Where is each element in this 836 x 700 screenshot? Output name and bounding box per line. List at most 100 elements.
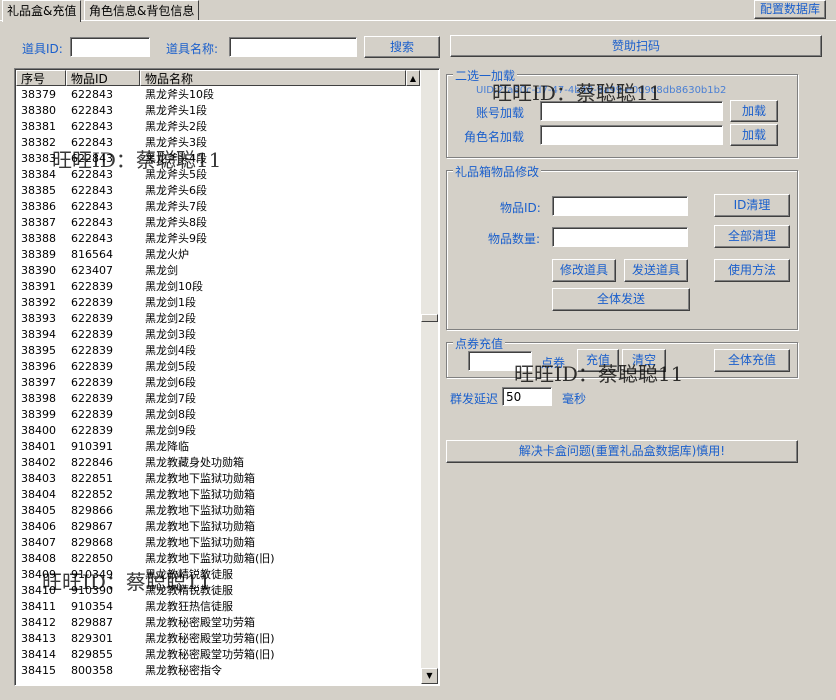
send-item-button[interactable]: 发送道具 [624, 259, 688, 282]
column-header-item-id[interactable]: 物品ID [66, 70, 140, 86]
row-index: 38387 [21, 216, 56, 229]
row-item-name: 黑龙教地下监狱功勋箱 [145, 520, 255, 533]
tab-gift-box-recharge[interactable]: 礼品盒&充值 [2, 0, 82, 22]
table-row[interactable]: 38406 829867 黑龙教地下监狱功勋箱 [17, 519, 422, 535]
gift-box-title: 礼品箱物品修改 [453, 163, 542, 180]
table-row[interactable]: 38393 622839 黑龙剑2段 [17, 311, 422, 327]
table-row[interactable]: 38409 910349 黑龙教精锐教徒服 [17, 567, 422, 583]
gift-item-count-input[interactable] [552, 227, 688, 247]
row-item-id: 800358 [71, 664, 113, 677]
table-row[interactable]: 38415 800358 黑龙教秘密指令 [17, 663, 422, 679]
table-row[interactable]: 38410 910390 黑龙教精锐教徒服 [17, 583, 422, 599]
row-index: 38412 [21, 616, 56, 629]
list-rows: 38379 622843 黑龙斧头10段 38380 622843 黑龙斧头1段 38381… [17, 87, 422, 679]
delay-label: 群发延迟 [450, 392, 499, 406]
table-row[interactable]: 38395 622839 黑龙剑4段 [17, 343, 422, 359]
delay-input[interactable] [502, 387, 552, 406]
sponsor-scan-button[interactable]: 赞助扫码 [450, 35, 822, 57]
row-item-name: 黑龙教秘密殿堂功劳箱 [145, 616, 255, 629]
row-item-id: 816564 [71, 248, 113, 261]
row-item-id: 910349 [71, 568, 113, 581]
search-button[interactable]: 搜索 [364, 36, 440, 58]
item-id-input[interactable] [70, 37, 150, 57]
row-index: 38396 [21, 360, 56, 373]
table-row[interactable]: 38382 622843 黑龙斧头3段 [17, 135, 422, 151]
row-item-id: 910391 [71, 440, 113, 453]
scroll-down-button[interactable]: ▼ [421, 668, 438, 684]
account-input[interactable] [540, 101, 723, 121]
clear-all-button[interactable]: 全部清理 [714, 225, 790, 248]
table-row[interactable]: 38401 910391 黑龙降临 [17, 439, 422, 455]
column-header-item-name[interactable]: 物品名称 [140, 70, 406, 86]
gift-item-id-input[interactable] [552, 196, 688, 216]
gift-item-count-label: 物品数量: [488, 232, 541, 246]
row-index: 38391 [21, 280, 56, 293]
group-select-title: 二选一加载 [453, 67, 518, 84]
clear-points-button[interactable]: 清空 [622, 349, 666, 372]
role-input[interactable] [540, 125, 723, 145]
send-all-button[interactable]: 全体发送 [552, 288, 690, 311]
table-row[interactable]: 38385 622843 黑龙斧头6段 [17, 183, 422, 199]
points-amount-input[interactable] [468, 351, 532, 371]
account-load-button[interactable]: 加载 [730, 100, 778, 122]
table-row[interactable]: 38379 622843 黑龙斧头10段 [17, 87, 422, 103]
table-row[interactable]: 38398 622839 黑龙剑7段 [17, 391, 422, 407]
table-row[interactable]: 38411 910354 黑龙教狂热信徒服 [17, 599, 422, 615]
table-row[interactable]: 38392 622839 黑龙剑1段 [17, 295, 422, 311]
row-item-id: 622843 [71, 120, 113, 133]
table-row[interactable]: 38404 822852 黑龙教地下监狱功勋箱 [17, 487, 422, 503]
charge-button[interactable]: 充值 [577, 349, 619, 372]
table-row[interactable]: 38412 829887 黑龙教秘密殿堂功劳箱 [17, 615, 422, 631]
table-row[interactable]: 38408 822850 黑龙教地下监狱功勋箱(旧) [17, 551, 422, 567]
row-item-name: 黑龙教地下监狱功勋箱(旧) [145, 552, 275, 565]
row-item-name: 黑龙斧头2段 [145, 120, 207, 133]
table-row[interactable]: 38413 829301 黑龙教秘密殿堂功劳箱(旧) [17, 631, 422, 647]
row-item-name: 黑龙剑9段 [145, 424, 196, 437]
vertical-scrollbar[interactable]: ▲ ▼ [421, 70, 438, 684]
table-row[interactable]: 38384 622843 黑龙斧头5段 [17, 167, 422, 183]
scroll-thumb[interactable] [421, 314, 438, 322]
row-item-name: 黑龙斧头5段 [145, 168, 207, 181]
delay-unit-label: 毫秒 [562, 392, 587, 406]
id-clear-button[interactable]: ID清理 [714, 194, 790, 217]
usage-button[interactable]: 使用方法 [714, 259, 790, 282]
row-item-id: 622843 [71, 232, 113, 245]
reset-gift-db-button[interactable]: 解决卡盒问题(重置礼品盒数据库)慎用! [446, 440, 798, 463]
table-row[interactable]: 38405 829866 黑龙教地下监狱功勋箱 [17, 503, 422, 519]
config-db-button[interactable]: 配置数据库 [754, 0, 826, 19]
table-row[interactable]: 38381 622843 黑龙斧头2段 [17, 119, 422, 135]
item-list[interactable]: 序号 物品ID 物品名称 ▲ 38379 622843 黑龙斧头10段 38380 62… [14, 68, 440, 686]
table-row[interactable]: 38394 622839 黑龙剑3段 [17, 327, 422, 343]
table-row[interactable]: 38391 622839 黑龙剑10段 [17, 279, 422, 295]
row-item-name: 黑龙剑8段 [145, 408, 196, 421]
table-row[interactable]: 38383 622843 黑龙斧头4段 [17, 151, 422, 167]
table-row[interactable]: 38400 622839 黑龙剑9段 [17, 423, 422, 439]
column-header-index[interactable]: 序号 [16, 70, 66, 86]
modify-item-button[interactable]: 修改道具 [552, 259, 616, 282]
table-row[interactable]: 38388 622843 黑龙斧头9段 [17, 231, 422, 247]
table-row[interactable]: 38396 622839 黑龙剑5段 [17, 359, 422, 375]
table-row[interactable]: 38389 816564 黑龙火炉 [17, 247, 422, 263]
tab-role-bag-info[interactable]: 角色信息&背包信息 [84, 0, 200, 21]
role-load-button[interactable]: 加载 [730, 124, 778, 146]
table-row[interactable]: 38402 822846 黑龙教藏身处功勋箱 [17, 455, 422, 471]
charge-all-button[interactable]: 全体充值 [714, 349, 790, 372]
table-row[interactable]: 38397 622839 黑龙剑6段 [17, 375, 422, 391]
table-row[interactable]: 38399 622839 黑龙剑8段 [17, 407, 422, 423]
table-row[interactable]: 38403 822851 黑龙教地下监狱功勋箱 [17, 471, 422, 487]
row-item-id: 622843 [71, 168, 113, 181]
table-row[interactable]: 38386 622843 黑龙斧头7段 [17, 199, 422, 215]
row-item-id: 622839 [71, 392, 113, 405]
table-row[interactable]: 38380 622843 黑龙斧头1段 [17, 103, 422, 119]
table-row[interactable]: 38390 623407 黑龙剑 [17, 263, 422, 279]
table-row[interactable]: 38407 829868 黑龙教地下监狱功勋箱 [17, 535, 422, 551]
row-index: 38380 [21, 104, 56, 117]
row-index: 38397 [21, 376, 56, 389]
row-item-name: 黑龙剑3段 [145, 328, 196, 341]
row-item-id: 623407 [71, 264, 113, 277]
table-row[interactable]: 38414 829855 黑龙教秘密殿堂功劳箱(旧) [17, 647, 422, 663]
item-name-input[interactable] [229, 37, 357, 57]
header-scroll-arrow-icon[interactable]: ▲ [406, 70, 420, 86]
row-item-id: 910390 [71, 584, 113, 597]
table-row[interactable]: 38387 622843 黑龙斧头8段 [17, 215, 422, 231]
